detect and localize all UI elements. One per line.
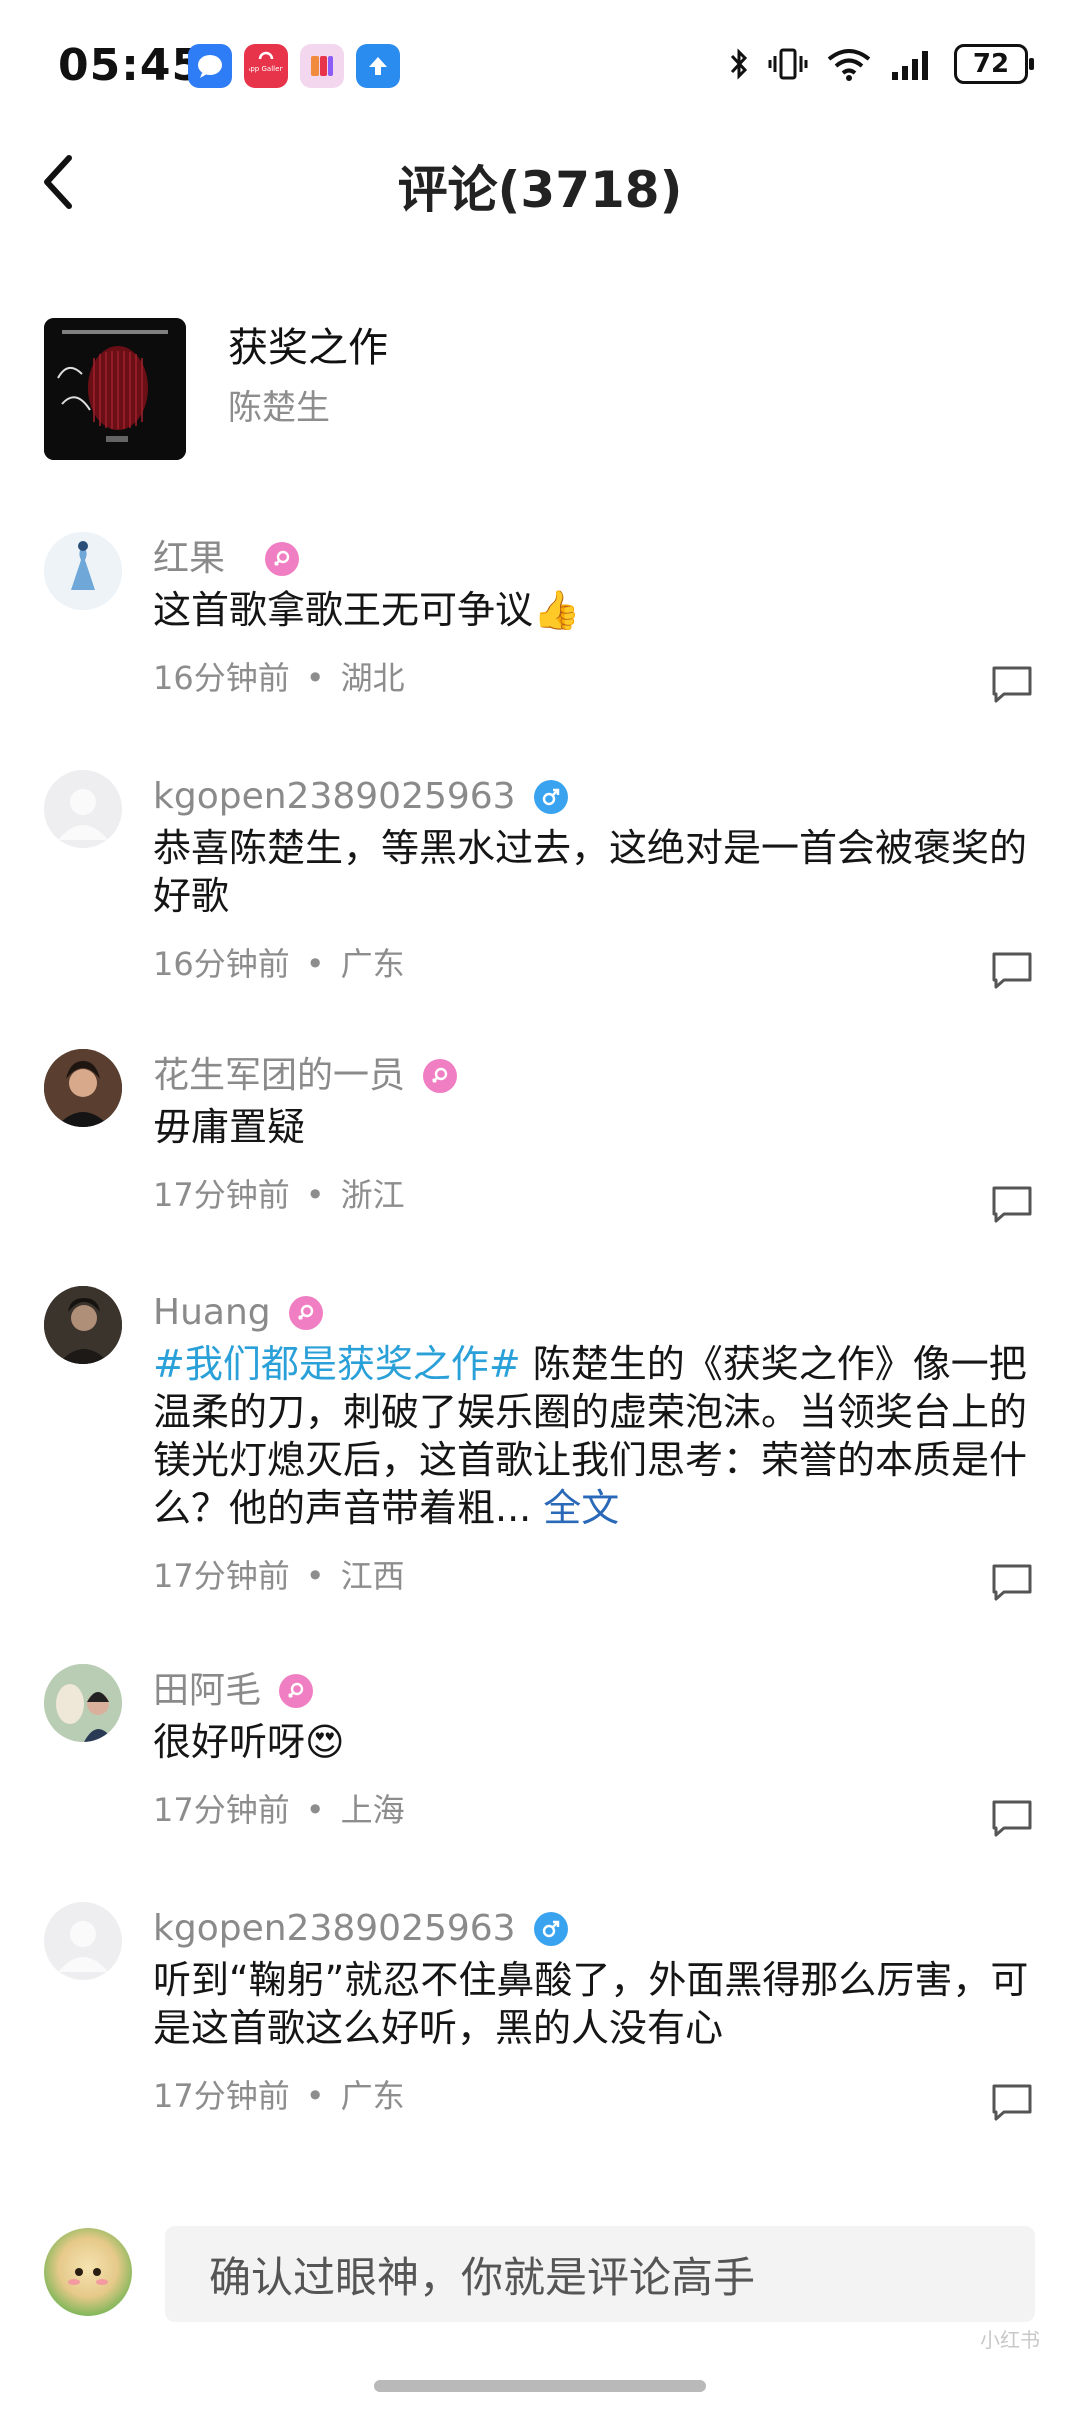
comment-text: 这首歌拿歌王无可争议👍 [153, 588, 581, 632]
song-artist: 陈楚生 [228, 388, 330, 428]
comment-meta: 17分钟前 • 广东 [153, 2077, 405, 2115]
comment-body: kgopen2389025963 恭喜陈楚生，等黑水过去，这绝对是一首会被褒奖的… [153, 770, 1030, 986]
comment-text: 恭喜陈楚生，等黑水过去，这绝对是一首会被褒奖的好歌 [153, 826, 1028, 918]
page-title: 评论(3718) [397, 161, 683, 219]
bluetooth-icon [730, 48, 748, 80]
song-info: 获奖之作 陈楚生 [228, 318, 388, 462]
female-icon [288, 1296, 323, 1330]
reply-icon[interactable] [990, 1562, 1034, 1602]
comment-username[interactable]: Huang [153, 1286, 271, 1340]
comment-body: Huang #我们都是获奖之作# 陈楚生的《获奖之作》像一把温柔的刀，刺破了娱乐… [153, 1286, 1030, 1598]
battery-indicator: 72 [954, 44, 1034, 84]
comment-text: 毋庸置疑 [153, 1105, 306, 1149]
female-icon [423, 1059, 458, 1093]
reply-icon[interactable] [990, 950, 1034, 990]
comment-username[interactable]: 红果 [153, 532, 225, 586]
system-icons: 72 [728, 44, 1034, 84]
header: 评论(3718) [0, 130, 1080, 240]
status-bar: 05:45 App Gallery 72 [0, 0, 1080, 140]
comment-region: 江西 [340, 1557, 405, 1595]
comment-meta: 16分钟前 • 湖北 [153, 659, 405, 697]
wifi-icon [827, 49, 871, 81]
avatar[interactable] [44, 532, 122, 610]
comment-meta: 17分钟前 • 江西 [153, 1557, 405, 1595]
comment-meta: 17分钟前 • 浙江 [153, 1176, 405, 1214]
reply-icon[interactable] [990, 1798, 1034, 1838]
comment-region: 湖北 [340, 659, 405, 697]
gallery-label: App Gallery [249, 65, 283, 73]
album-cover[interactable] [44, 318, 186, 460]
watermark: 小红书 [980, 2328, 1040, 2352]
vibrate-icon [768, 48, 808, 80]
comment-input[interactable]: 确认过眼神，你就是评论高手 [165, 2226, 1035, 2322]
male-icon [533, 780, 568, 814]
comment-meta: 17分钟前 • 上海 [153, 1791, 405, 1829]
comment-time: 17分钟前 [153, 2077, 290, 2115]
comment-region: 广东 [340, 945, 405, 983]
avatar[interactable] [44, 1049, 122, 1127]
comment-input-bar: 确认过眼神，你就是评论高手 小红书 [0, 2200, 1080, 2410]
topic-link[interactable]: #我们都是获奖之作# [153, 1342, 521, 1386]
comment-text: 听到“鞠躬”就忍不住鼻酸了，外面黑得那么厉害，可是这首歌这么好听，黑的人没有心 [153, 1958, 1029, 2050]
upload-app-icon [356, 44, 400, 88]
comment-region: 上海 [340, 1791, 405, 1829]
song-title: 获奖之作 [228, 325, 388, 371]
comment-time: 16分钟前 [153, 945, 290, 983]
app-gallery-icon: App Gallery [244, 44, 288, 88]
avatar[interactable] [44, 1286, 122, 1364]
expand-full-text-link[interactable]: 全文 [543, 1486, 619, 1530]
comment-text: #我们都是获奖之作# 陈楚生的《获奖之作》像一把温柔的刀，刺破了娱乐圈的虚荣泡沫… [153, 1340, 1030, 1532]
signal-icon [892, 51, 928, 80]
song-card[interactable]: 获奖之作 陈楚生 [44, 318, 388, 462]
comment-region: 广东 [340, 2077, 405, 2115]
male-icon [533, 1912, 568, 1946]
comment-time: 17分钟前 [153, 1791, 290, 1829]
comment-body: 红果 这首歌拿歌王无可争议👍 16分钟前 • 湖北 [153, 532, 1030, 700]
comment-username[interactable]: 田阿毛 [153, 1664, 261, 1718]
comment-time: 16分钟前 [153, 659, 290, 697]
my-avatar[interactable] [44, 2228, 132, 2316]
comment-body: kgopen2389025963 听到“鞠躬”就忍不住鼻酸了，外面黑得那么厉害，… [153, 1902, 1030, 2118]
comment-body: 田阿毛 很好听呀😍 17分钟前 • 上海 [153, 1664, 1030, 1832]
comment-region: 浙江 [340, 1176, 405, 1214]
avatar[interactable] [44, 1902, 122, 1980]
female-icon [265, 542, 300, 576]
reply-icon[interactable] [990, 1184, 1034, 1224]
pink-app-icon [300, 44, 344, 88]
comment-time: 17分钟前 [153, 1176, 290, 1214]
comment-username[interactable]: 花生军团的一员 [153, 1049, 405, 1103]
comment-body: 花生军团的一员 毋庸置疑 17分钟前 • 浙江 [153, 1049, 1030, 1217]
reply-icon[interactable] [990, 664, 1034, 704]
comment-username[interactable]: kgopen2389025963 [153, 1902, 516, 1956]
female-icon [279, 1674, 314, 1708]
avatar[interactable] [44, 770, 122, 848]
comment-username[interactable]: kgopen2389025963 [153, 770, 516, 824]
comment-time: 17分钟前 [153, 1557, 290, 1595]
avatar[interactable] [44, 1664, 122, 1742]
message-icon [188, 44, 232, 88]
comment-text: 很好听呀😍 [153, 1720, 345, 1764]
comment-meta: 16分钟前 • 广东 [153, 945, 405, 983]
status-time: 05:45 [58, 40, 204, 91]
reply-icon[interactable] [990, 2082, 1034, 2122]
notification-app-icons: App Gallery [188, 44, 400, 88]
home-indicator[interactable] [374, 2380, 706, 2392]
